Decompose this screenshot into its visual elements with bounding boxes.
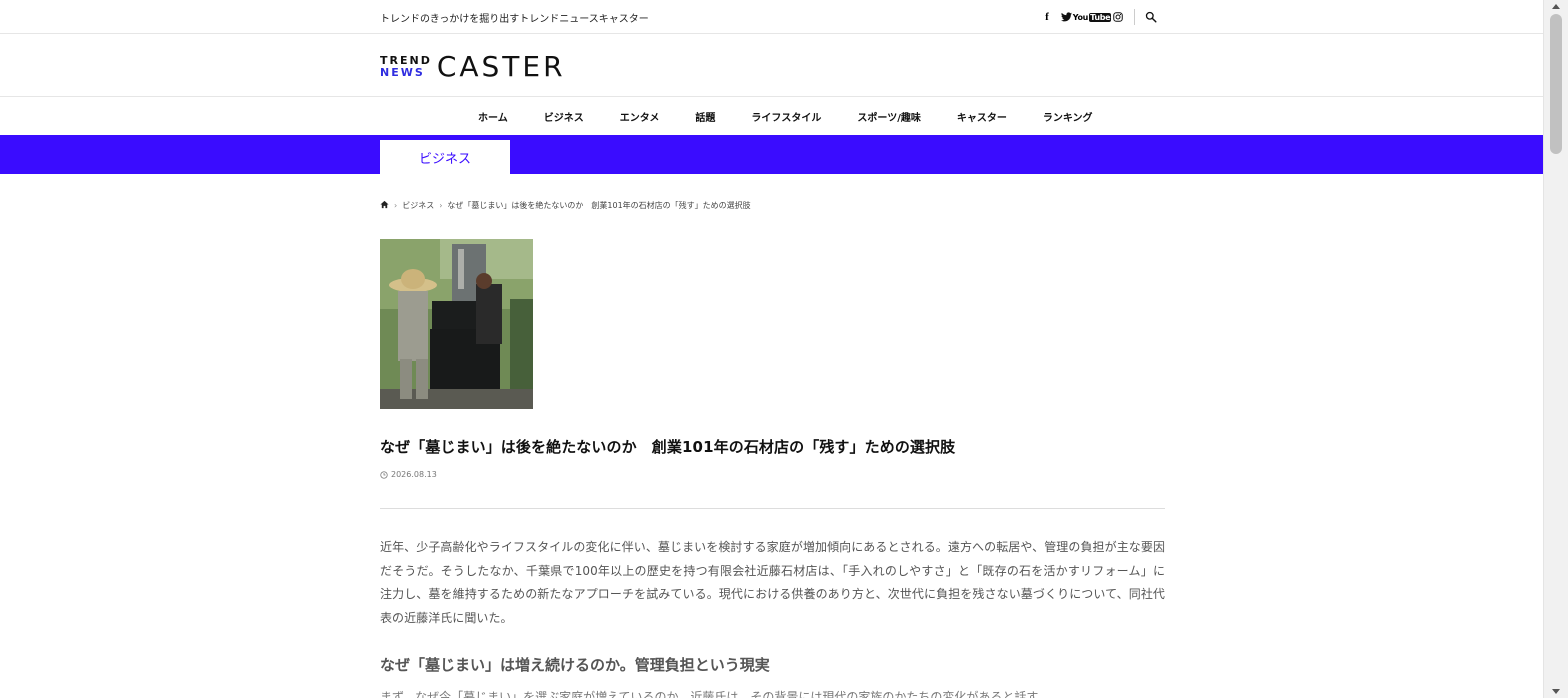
youtube-you-text: You	[1072, 12, 1089, 22]
nav-item-lifestyle[interactable]: ライフスタイル	[733, 109, 839, 124]
instagram-icon[interactable]	[1112, 10, 1124, 24]
top-bar: トレンドのきっかけを掘り出すトレンドニュースキャスター f You Tube	[0, 0, 1543, 34]
youtube-tube-text: Tube	[1089, 12, 1112, 22]
nav-item-sports[interactable]: スポーツ/趣味	[839, 109, 938, 124]
clock-icon	[380, 470, 388, 479]
logo-news: NEWS	[380, 66, 425, 79]
scroll-up-icon[interactable]	[1552, 4, 1560, 9]
page-scrollbar[interactable]	[1543, 0, 1568, 698]
logo-caster: CASTER	[436, 50, 566, 83]
category-band	[0, 135, 1543, 174]
twitter-icon[interactable]	[1060, 10, 1072, 24]
site-tagline: トレンドのきっかけを掘り出すトレンドニュースキャスター	[380, 14, 649, 25]
category-tab-business[interactable]: ビジネス	[380, 140, 510, 174]
page: トレンドのきっかけを掘り出すトレンドニュースキャスター f You Tube TR…	[0, 0, 1543, 698]
global-nav: ホーム ビジネス エンタメ 話題 ライフスタイル スポーツ/趣味 キャスター ラ…	[0, 96, 1543, 135]
article-date-text: 2026.08.13	[391, 470, 437, 479]
article-lead-paragraph: 近年、少子高齢化やライフスタイルの変化に伴い、墓じまいを検討する家庭が増加傾向に…	[380, 540, 1165, 625]
logo-small-text: TREND NEWS	[380, 55, 432, 79]
nav-item-ranking[interactable]: ランキング	[1025, 109, 1111, 124]
scrollbar-thumb[interactable]	[1550, 14, 1562, 154]
nav-item-home[interactable]: ホーム	[460, 109, 526, 124]
facebook-icon[interactable]: f	[1042, 10, 1052, 24]
breadcrumb-item-current: なぜ「墓じまい」は後を絶たないのか 創業101年の石材店の「残す」ための選択肢	[447, 201, 751, 210]
search-icon[interactable]	[1145, 10, 1157, 24]
article-date: 2026.08.13	[380, 470, 437, 479]
article-title: なぜ「墓じまい」は後を絶たないのか 創業101年の石材店の「残す」ための選択肢	[380, 438, 956, 456]
social-links: f You Tube	[1042, 9, 1165, 25]
youtube-icon[interactable]: You Tube	[1073, 10, 1112, 24]
title-divider	[380, 508, 1165, 509]
nav-item-topics[interactable]: 話題	[677, 109, 733, 124]
home-icon[interactable]	[380, 200, 389, 211]
nav-item-caster[interactable]: キャスター	[939, 109, 1025, 124]
article-paragraph: まず、なぜ今「墓じまい」を選ぶ家庭が増えているのか。近藤氏は、その背景には現代の…	[380, 690, 1050, 698]
site-logo[interactable]: TREND NEWS CASTER	[380, 52, 566, 82]
nav-item-business[interactable]: ビジネス	[526, 109, 602, 124]
breadcrumb-separator-icon: ›	[439, 201, 443, 210]
featured-image	[380, 239, 533, 409]
breadcrumb-separator-icon: ›	[394, 201, 398, 210]
scroll-down-icon[interactable]	[1552, 689, 1560, 694]
nav-item-entertainment[interactable]: エンタメ	[602, 109, 678, 124]
header-divider	[1134, 9, 1135, 25]
article-heading: なぜ「墓じまい」は増え続けるのか。管理負担という現実	[380, 656, 770, 674]
breadcrumb: › ビジネス › なぜ「墓じまい」は後を絶たないのか 創業101年の石材店の「残…	[380, 200, 751, 211]
breadcrumb-item-business[interactable]: ビジネス	[402, 200, 434, 211]
